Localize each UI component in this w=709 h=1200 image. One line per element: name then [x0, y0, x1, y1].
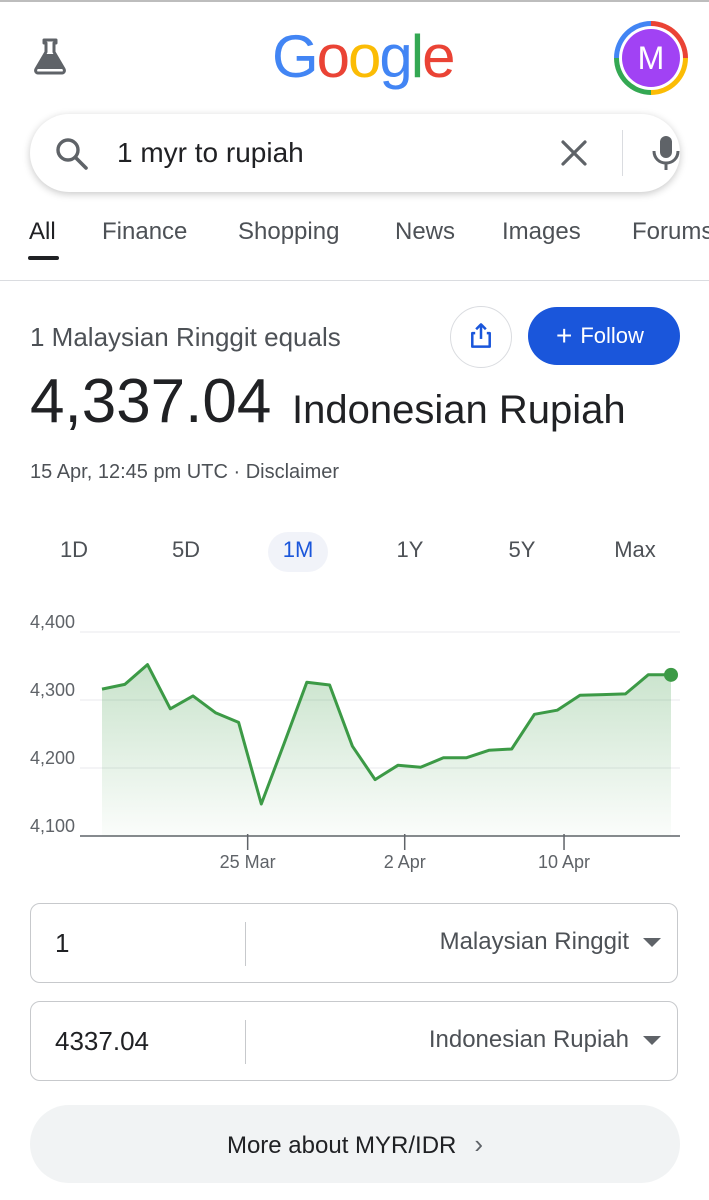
timestamp-line: 15 Apr, 12:45 pm UTC · Disclaimer — [30, 461, 339, 484]
follow-label: Follow — [580, 323, 644, 348]
active-tab-indicator — [28, 256, 59, 260]
follow-button[interactable]: + Follow — [528, 307, 680, 365]
x-tick-label: 2 Apr — [384, 852, 426, 872]
search-box — [30, 114, 680, 192]
y-tick-label: 4,200 — [30, 748, 75, 768]
flask-icon[interactable] — [30, 36, 70, 76]
field-divider — [245, 922, 246, 966]
plus-icon: + — [556, 320, 573, 351]
tabs-divider — [0, 280, 709, 281]
more-about-label: More about MYR/IDR — [226, 1132, 457, 1159]
tab-news[interactable]: News — [395, 218, 455, 246]
range-1d[interactable]: 1D — [44, 532, 104, 572]
range-5y[interactable]: 5Y — [492, 532, 552, 572]
google-logo[interactable]: Google — [272, 22, 456, 91]
logo-letter: o — [348, 23, 381, 90]
close-icon[interactable] — [557, 136, 591, 170]
y-tick-label: 4,300 — [30, 680, 75, 700]
tab-shopping[interactable]: Shopping — [238, 218, 339, 246]
converted-unit: Indonesian Rupiah — [292, 388, 626, 432]
separator-dot: · — [233, 461, 241, 483]
tab-finance[interactable]: Finance — [102, 218, 187, 246]
mic-icon[interactable] — [648, 134, 684, 172]
search-divider — [622, 130, 623, 176]
chevron-right-icon: › — [474, 1129, 484, 1159]
tab-all[interactable]: All — [29, 218, 56, 246]
logo-letter: l — [410, 23, 424, 90]
to-currency-select[interactable]: Indonesian Rupiah — [429, 1026, 629, 1054]
timestamp: 15 Apr, 12:45 pm UTC — [30, 461, 228, 483]
range-1m[interactable]: 1M — [268, 532, 328, 572]
logo-letter: o — [316, 23, 350, 90]
dropdown-arrow-icon[interactable] — [643, 1036, 661, 1045]
account-avatar[interactable]: M — [614, 21, 688, 95]
range-5d[interactable]: 5D — [156, 532, 216, 572]
from-amount-input[interactable] — [55, 928, 235, 959]
logo-letter: G — [272, 23, 319, 90]
chart-current-point — [664, 667, 678, 682]
search-icon[interactable] — [54, 136, 90, 172]
x-tick-label: 10 Apr — [538, 852, 590, 872]
dropdown-arrow-icon[interactable] — [643, 938, 661, 947]
exchange-rate-chart[interactable]: 4,400 4,300 4,200 4,100 25 Mar 2 Apr 10 Apr — [0, 610, 709, 880]
avatar-letter: M — [622, 29, 680, 87]
y-tick-label: 4,100 — [30, 816, 75, 836]
search-input[interactable] — [115, 136, 519, 170]
chart-area — [102, 664, 671, 836]
to-amount-input[interactable] — [55, 1026, 235, 1057]
converted-value: 4,337.04 — [30, 367, 272, 436]
tab-forums[interactable]: Forums — [632, 218, 709, 246]
to-currency-field: Indonesian Rupiah — [30, 1001, 678, 1081]
tab-images[interactable]: Images — [502, 218, 581, 246]
from-currency-field: Malaysian Ringgit — [30, 903, 678, 983]
field-divider — [245, 1020, 246, 1064]
x-tick-label: 25 Mar — [220, 852, 276, 872]
conversion-caption: 1 Malaysian Ringgit equals — [30, 322, 341, 352]
search-tabs: All Finance Shopping News Images Forums — [0, 218, 709, 280]
logo-letter: e — [422, 23, 455, 90]
share-icon — [471, 323, 491, 348]
from-currency-select[interactable]: Malaysian Ringgit — [440, 928, 629, 956]
range-max[interactable]: Max — [600, 532, 670, 572]
disclaimer-link[interactable]: Disclaimer — [246, 461, 339, 483]
logo-letter: g — [379, 23, 412, 90]
avatar-gap: M — [619, 26, 683, 90]
top-divider — [0, 0, 709, 2]
share-button[interactable] — [450, 306, 512, 368]
range-1y[interactable]: 1Y — [380, 532, 440, 572]
y-tick-label: 4,400 — [30, 612, 75, 632]
more-about-button[interactable]: More about MYR/IDR › — [30, 1105, 680, 1183]
